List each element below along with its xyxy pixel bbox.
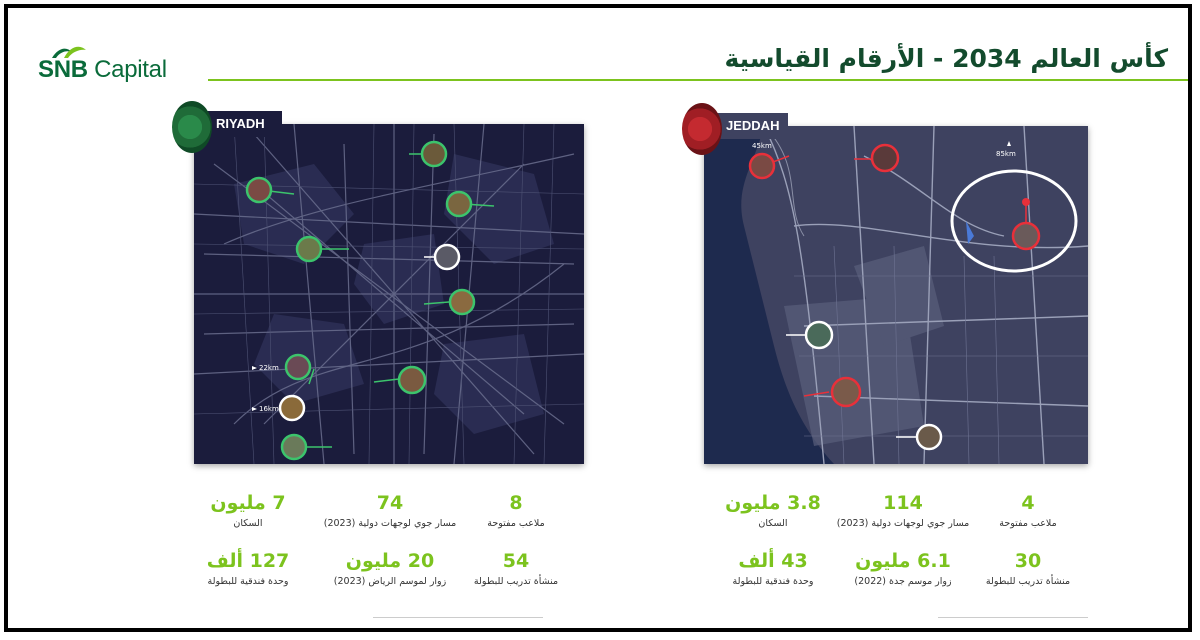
riyadh-distance-a: 22km xyxy=(259,364,279,372)
stadium-marker[interactable] xyxy=(433,243,461,271)
stadium-marker[interactable] xyxy=(420,140,448,168)
stadium-marker[interactable] xyxy=(397,365,427,395)
stadium-marker[interactable] xyxy=(748,152,776,180)
jeddah-distance-a: 45km xyxy=(752,142,772,150)
jeddah-stat-stadiums: 4 ملاعب مفتوحة xyxy=(999,492,1057,529)
page-title: كأس العالم 2034 - الأرقام القياسية xyxy=(724,44,1168,73)
riyadh-distance-b: 16km xyxy=(259,405,279,413)
stadium-marker[interactable] xyxy=(284,353,312,381)
riyadh-map: 22km 16km xyxy=(194,124,584,464)
riyadh-tag: RIYADH xyxy=(172,101,282,153)
riyadh-road-network: 22km 16km xyxy=(194,124,584,464)
stadium-marker[interactable] xyxy=(1011,221,1041,251)
title-divider xyxy=(208,79,1188,81)
snb-capital-logo: SNB Capital xyxy=(38,44,208,84)
stadium-marker[interactable] xyxy=(870,143,900,173)
stadium-badge-icon xyxy=(172,101,212,153)
stadium-marker[interactable] xyxy=(278,394,306,422)
riyadh-source-rule xyxy=(373,617,543,618)
jeddah-road-network: 45km 85km xyxy=(704,126,1088,464)
riyadh-stat-stadiums: 8 ملاعب مفتوحة xyxy=(487,492,545,529)
stadium-marker[interactable] xyxy=(448,288,476,316)
slide-frame: SNB Capital كأس العالم 2034 - الأرقام ال… xyxy=(4,4,1192,632)
jeddah-map: 45km 85km xyxy=(704,126,1088,464)
stadium-marker[interactable] xyxy=(915,423,943,451)
stadium-marker[interactable] xyxy=(245,176,273,204)
stadium-marker[interactable] xyxy=(804,320,834,350)
stadium-marker[interactable] xyxy=(445,190,473,218)
stadium-marker[interactable] xyxy=(295,235,323,263)
stadium-marker[interactable] xyxy=(830,376,862,408)
jeddah-stat-training: 30 منشأة تدريب للبطولة xyxy=(985,550,1071,587)
brand-name: SNB Capital xyxy=(38,56,167,83)
jeddah-tag: JEDDAH xyxy=(682,103,788,155)
jeddah-source-rule xyxy=(938,617,1088,618)
stadium-marker[interactable] xyxy=(280,433,308,461)
jeddah-distance-b: 85km xyxy=(996,150,1016,158)
riyadh-stat-training: 54 منشأة تدريب للبطولة xyxy=(473,550,559,587)
stadium-badge-icon xyxy=(682,103,722,155)
